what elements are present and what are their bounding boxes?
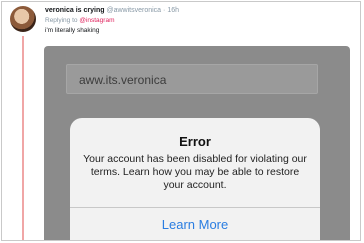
username-value: aww.its.veronica xyxy=(79,73,167,87)
username-field: aww.its.veronica xyxy=(66,64,318,94)
alert-title: Error xyxy=(179,134,211,149)
attached-screenshot[interactable]: aww.its.veronica Error Your account has … xyxy=(44,46,350,240)
reply-context: Replying to @instagram xyxy=(45,17,114,25)
tweet-header: veronica is crying @awwitsveronica · 16h xyxy=(45,6,179,15)
tweet-card: veronica is crying @awwitsveronica · 16h… xyxy=(1,1,361,241)
thread-line xyxy=(22,36,24,240)
tweet-text: i'm literally shaking xyxy=(45,27,100,34)
error-alert: Error Your account has been disabled for… xyxy=(70,118,320,240)
alert-divider xyxy=(70,207,320,208)
author-name[interactable]: veronica is crying xyxy=(45,7,105,14)
alert-message: Your account has been disabled for viola… xyxy=(83,153,307,191)
learn-more-button: Learn More xyxy=(161,217,229,232)
reply-prefix: Replying to xyxy=(45,17,78,24)
tweet-time[interactable]: 16h xyxy=(167,7,179,14)
author-handle[interactable]: @awwitsveronica xyxy=(106,7,161,14)
dot-separator: · xyxy=(163,7,166,14)
reply-mention[interactable]: @instagram xyxy=(79,17,114,24)
avatar[interactable] xyxy=(10,6,36,32)
